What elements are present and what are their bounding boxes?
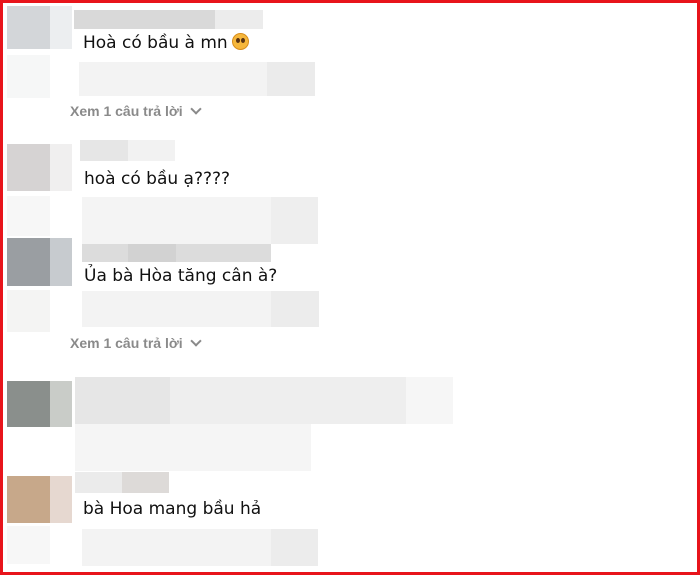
- avatar[interactable]: [7, 381, 50, 427]
- avatar[interactable]: [7, 238, 50, 286]
- username-blur[interactable]: [80, 140, 128, 161]
- action-bar-blur: [271, 529, 318, 566]
- view-replies-link[interactable]: Xem 1 câu trả lời: [70, 103, 202, 119]
- pleading-face-emoji: [231, 33, 249, 50]
- avatar[interactable]: [7, 6, 50, 49]
- comment-text: Hoà có bầu à mn: [83, 33, 249, 53]
- avatar-blur: [7, 55, 50, 98]
- chevron-down-icon: [190, 335, 202, 347]
- avatar[interactable]: [7, 476, 50, 523]
- avatar-blur: [50, 6, 72, 49]
- comment-blur: [406, 377, 453, 424]
- action-bar-blur: [271, 291, 319, 327]
- username-blur: [128, 140, 175, 161]
- username-blur: [122, 472, 169, 493]
- avatar-blur: [50, 144, 72, 191]
- comment-text: hoà có bầu ạ????: [84, 169, 231, 189]
- action-bar-blur: [75, 424, 311, 471]
- avatar-blur: [50, 476, 72, 523]
- avatar-blur: [7, 526, 50, 564]
- comment-text: bà Hoa mang bầu hả: [83, 499, 262, 519]
- username-blur: [215, 10, 263, 29]
- username-blur: [128, 244, 176, 262]
- comment-blur: [75, 377, 170, 424]
- action-bar-blur: [271, 197, 318, 244]
- avatar-blur: [50, 238, 72, 286]
- view-replies-link[interactable]: Xem 1 câu trả lời: [70, 335, 202, 351]
- comment-text: Ủa bà Hòa tăng cân à?: [84, 266, 278, 286]
- chevron-down-icon: [190, 103, 202, 115]
- avatar[interactable]: [7, 144, 50, 191]
- action-bar-blur: [267, 62, 315, 96]
- username-blur[interactable]: [74, 10, 215, 29]
- avatar-blur: [50, 381, 72, 427]
- avatar-blur: [7, 290, 50, 332]
- avatar-blur: [7, 196, 50, 236]
- username-blur[interactable]: [82, 244, 271, 262]
